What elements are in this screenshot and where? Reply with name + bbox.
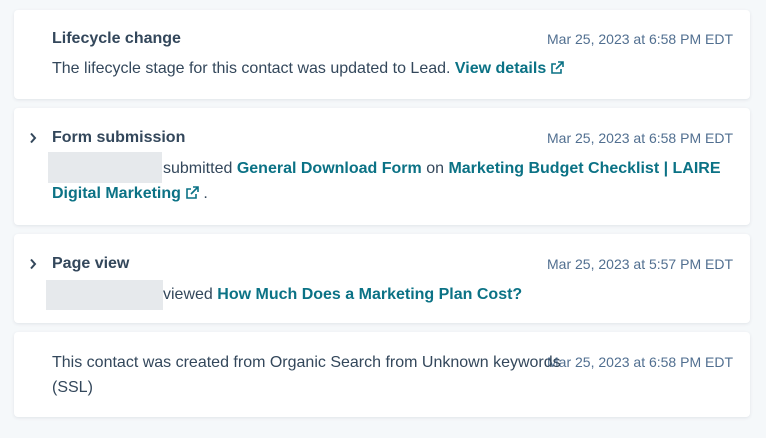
lifecycle-change-title: Lifecycle change bbox=[52, 30, 181, 47]
contact-created-line2: (SSL) bbox=[52, 379, 93, 396]
page-name-link[interactable]: Marketing Budget Checklist | LAIRE bbox=[448, 160, 720, 177]
redacted-contact-name bbox=[46, 280, 163, 310]
form-name-link[interactable]: General Download Form bbox=[237, 160, 422, 177]
contact-created-line1: This contact was created from Organic Se… bbox=[52, 354, 561, 371]
page-view-verb: viewed bbox=[163, 286, 213, 303]
lifecycle-change-card: Lifecycle change Mar 25, 2023 at 6:58 PM… bbox=[14, 10, 750, 99]
form-submission-line2: Digital Marketing . bbox=[52, 181, 208, 206]
form-submission-period: . bbox=[203, 185, 208, 202]
lifecycle-change-text: The lifecycle stage for this contact was… bbox=[52, 60, 451, 77]
form-submission-verb: submitted bbox=[163, 160, 233, 177]
external-link-icon[interactable] bbox=[550, 61, 565, 75]
view-details-link[interactable]: View details bbox=[455, 60, 546, 77]
contact-created-description: This contact was created from Organic Se… bbox=[52, 350, 564, 400]
form-submission-title: Form submission bbox=[52, 129, 186, 146]
form-submission-card: Form submission Mar 25, 2023 at 6:58 PM … bbox=[14, 108, 750, 225]
page-view-card: Page view Mar 25, 2023 at 5:57 PM EDT vi… bbox=[14, 234, 750, 323]
contact-created-timestamp: Mar 25, 2023 at 6:58 PM EDT bbox=[547, 354, 733, 370]
page-view-timestamp: Mar 25, 2023 at 5:57 PM EDT bbox=[547, 256, 733, 272]
viewed-page-link[interactable]: How Much Does a Marketing Plan Cost? bbox=[217, 286, 522, 303]
activity-timeline: Lifecycle change Mar 25, 2023 at 6:58 PM… bbox=[0, 0, 766, 438]
form-submission-line1: submitted General Download Form on Marke… bbox=[163, 156, 721, 181]
form-submission-timestamp: Mar 25, 2023 at 6:58 PM EDT bbox=[547, 130, 733, 146]
lifecycle-change-description: The lifecycle stage for this contact was… bbox=[52, 56, 565, 81]
page-view-title: Page view bbox=[52, 255, 130, 272]
chevron-right-icon[interactable] bbox=[27, 131, 39, 145]
chevron-right-icon[interactable] bbox=[27, 257, 39, 271]
page-view-description: viewed How Much Does a Marketing Plan Co… bbox=[163, 282, 522, 307]
contact-created-card: Mar 25, 2023 at 6:58 PM EDT This contact… bbox=[14, 332, 750, 417]
form-submission-preposition: on bbox=[426, 160, 444, 177]
lifecycle-change-timestamp: Mar 25, 2023 at 6:58 PM EDT bbox=[547, 31, 733, 47]
redacted-contact-name bbox=[48, 152, 162, 183]
page-name-link-continued[interactable]: Digital Marketing bbox=[52, 185, 181, 202]
external-link-icon[interactable] bbox=[185, 186, 199, 200]
